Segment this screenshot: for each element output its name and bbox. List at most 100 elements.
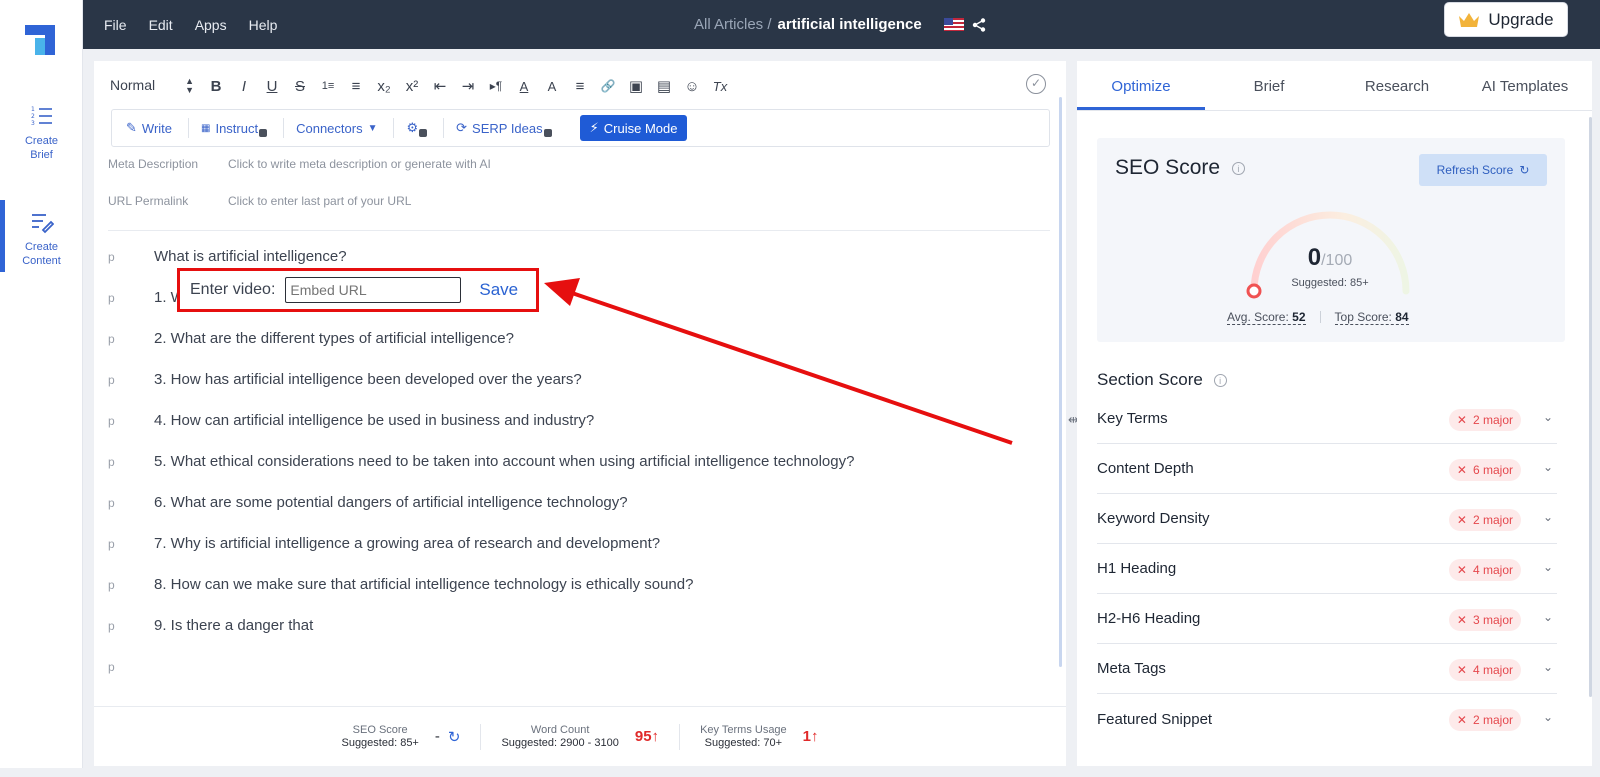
superscript-button[interactable]: x² xyxy=(398,78,426,95)
info-icon[interactable]: i xyxy=(1231,161,1245,175)
url-permalink-field[interactable]: Click to enter last part of your URL xyxy=(228,194,411,208)
chevron-down-icon[interactable]: ⌄ xyxy=(1543,710,1553,724)
section-row-meta-tags[interactable]: Meta Tags ✕ 4 major ⌄ xyxy=(1097,644,1557,694)
subscript-button[interactable]: x₂ xyxy=(370,78,398,95)
text-direction-button[interactable]: ▸¶ xyxy=(482,79,510,93)
svg-text:3: 3 xyxy=(31,120,35,127)
paragraph[interactable]: p 8. How can we make sure that artificial… xyxy=(108,576,693,593)
write-button[interactable]: ✎ Write xyxy=(126,118,190,138)
highlight-button[interactable]: A xyxy=(538,79,566,94)
underline-button[interactable]: U xyxy=(258,78,286,95)
tab-research[interactable]: Research xyxy=(1333,61,1461,110)
refresh-icon[interactable]: ↻ xyxy=(448,728,461,746)
tab-optimize[interactable]: Optimize xyxy=(1077,61,1205,110)
breadcrumb-root[interactable]: All Articles / xyxy=(694,16,772,33)
footer-seo-score: SEO Score Suggested: 85+ - ↻ xyxy=(321,723,482,750)
connectors-button[interactable]: Connectors ▼ xyxy=(296,118,395,138)
sidebar-item-create-brief[interactable]: 123 Create Brief xyxy=(0,104,83,162)
align-button[interactable]: ≡ xyxy=(566,78,594,95)
badge-text: 6 major xyxy=(1472,463,1513,477)
paragraph[interactable]: p 2. What are the different types of arti… xyxy=(108,330,514,347)
menu-help[interactable]: Help xyxy=(249,17,278,33)
settings-button[interactable]: ⚙ xyxy=(406,118,445,138)
chevron-down-icon[interactable]: ⌄ xyxy=(1543,510,1553,524)
paragraph-text[interactable]: What is artificial intelligence? xyxy=(154,248,347,265)
section-row-h1-heading[interactable]: H1 Heading ✕ 4 major ⌄ xyxy=(1097,544,1557,594)
menu-file[interactable]: File xyxy=(104,17,127,33)
bullet-list-button[interactable]: ≡ xyxy=(342,78,370,95)
app-logo[interactable] xyxy=(25,25,55,55)
section-row-h2-h6-heading[interactable]: H2-H6 Heading ✕ 3 major ⌄ xyxy=(1097,594,1557,644)
link-icon[interactable]: 🔗 xyxy=(594,79,622,93)
check-icon[interactable]: ✓ xyxy=(1026,74,1046,94)
chevron-down-icon[interactable]: ⌄ xyxy=(1543,660,1553,674)
paragraph-text[interactable]: 6. What are some potential dangers of ar… xyxy=(154,494,628,511)
section-row-featured-snippet[interactable]: Featured Snippet ✕ 2 major ⌄ xyxy=(1097,694,1557,744)
menu-edit[interactable]: Edit xyxy=(149,17,173,33)
chevron-down-icon[interactable]: ⌄ xyxy=(1543,560,1553,574)
paragraph[interactable]: p 7. Why is artificial intelligence a gro… xyxy=(108,535,660,552)
chevron-down-icon[interactable]: ⌄ xyxy=(1543,610,1553,624)
refresh-icon: ↻ xyxy=(1519,163,1530,177)
paragraph-text[interactable]: 8. How can we make sure that artificial … xyxy=(154,576,693,593)
top-score[interactable]: Top Score: 84 xyxy=(1334,310,1409,325)
menu-apps[interactable]: Apps xyxy=(195,17,227,33)
cruise-mode-button[interactable]: ⚡ Cruise Mode xyxy=(579,115,688,141)
panel-scrollbar[interactable] xyxy=(1589,117,1592,697)
section-row-key-terms[interactable]: Key Terms ✕ 2 major ⌄ xyxy=(1097,394,1557,444)
paragraph-text[interactable]: 3. How has artificial intelligence been … xyxy=(154,371,582,388)
paragraph-text[interactable]: 5. What ethical considerations need to b… xyxy=(154,453,854,470)
paragraph-text[interactable]: 4. How can artificial intelligence be us… xyxy=(154,412,594,429)
format-toolbar: Normal ▲ ▼ B I U S 1≡ ≡ x₂ x² ⇤ ⇥ ▸¶ A A … xyxy=(110,74,1050,97)
list-numbered-icon: 123 xyxy=(31,106,52,127)
emoji-icon[interactable]: ☺ xyxy=(678,78,706,95)
serp-ideas-button[interactable]: ⟳ SERP Ideas xyxy=(456,118,568,138)
meta-description-field[interactable]: Click to write meta description or gener… xyxy=(228,157,491,171)
clear-format-button[interactable]: Tx xyxy=(706,79,734,94)
paragraph[interactable]: p 1. W xyxy=(108,289,185,306)
paragraph-text[interactable]: 7. Why is artificial intelligence a grow… xyxy=(154,535,660,552)
paragraph[interactable]: p What is artificial intelligence? xyxy=(108,248,347,265)
info-icon[interactable]: i xyxy=(1213,374,1227,388)
paragraph[interactable]: p 4. How can artificial intelligence be u… xyxy=(108,412,594,429)
paragraph[interactable]: p 3. How has artificial intelligence been… xyxy=(108,371,582,388)
image-icon[interactable]: ▣ xyxy=(622,77,650,95)
meta-description-row[interactable]: Meta Description Click to write meta des… xyxy=(108,157,491,171)
section-name: H1 Heading xyxy=(1097,560,1177,577)
tab-ai-templates[interactable]: AI Templates xyxy=(1461,61,1589,110)
ai-action-bar: ✎ Write ▦ Instruct Connectors ▼ ⚙ ⟳ SERP… xyxy=(111,109,1050,147)
text-style-select[interactable]: Normal ▲ ▼ xyxy=(110,77,202,95)
bold-button[interactable]: B xyxy=(202,78,230,95)
instruct-button[interactable]: ▦ Instruct xyxy=(201,118,285,138)
section-row-content-depth[interactable]: Content Depth ✕ 6 major ⌄ xyxy=(1097,444,1557,494)
paragraph[interactable]: p 6. What are some potential dangers of a… xyxy=(108,494,628,511)
editor-scrollbar[interactable] xyxy=(1059,97,1062,667)
paragraph[interactable]: p 5. What ethical considerations need to … xyxy=(108,453,854,470)
ordered-list-button[interactable]: 1≡ xyxy=(314,80,342,92)
tab-brief[interactable]: Brief xyxy=(1205,61,1333,110)
paragraph-text[interactable]: 2. What are the different types of artif… xyxy=(154,330,514,347)
chevron-down-icon[interactable]: ⌄ xyxy=(1543,410,1553,424)
share-icon[interactable] xyxy=(972,17,986,32)
embed-url-input[interactable] xyxy=(285,277,462,303)
chevron-down-icon[interactable]: ⌄ xyxy=(1543,460,1553,474)
indent-button[interactable]: ⇥ xyxy=(454,77,482,95)
paragraph[interactable]: p xyxy=(108,658,154,674)
us-flag-icon[interactable] xyxy=(943,18,964,31)
font-color-button[interactable]: A xyxy=(510,79,538,94)
save-button[interactable]: Save xyxy=(479,280,518,300)
upgrade-button[interactable]: Upgrade xyxy=(1444,2,1568,37)
refresh-score-button[interactable]: Refresh Score ↻ xyxy=(1419,154,1547,186)
close-icon: ✕ xyxy=(1456,613,1467,627)
video-icon[interactable]: ▤ xyxy=(650,77,678,95)
avg-score[interactable]: Avg. Score: 52 xyxy=(1227,310,1306,325)
section-row-keyword-density[interactable]: Keyword Density ✕ 2 major ⌄ xyxy=(1097,494,1557,544)
italic-button[interactable]: I xyxy=(230,78,258,95)
score-suggested: Suggested: 85+ xyxy=(1291,277,1369,289)
url-permalink-row[interactable]: URL Permalink Click to enter last part o… xyxy=(108,194,411,208)
paragraph[interactable]: p 9. Is there a danger that xyxy=(108,617,313,634)
sidebar-item-create-content[interactable]: Create Content xyxy=(0,200,83,272)
paragraph-text[interactable]: 9. Is there a danger that xyxy=(154,617,313,634)
outdent-button[interactable]: ⇤ xyxy=(426,77,454,95)
strike-button[interactable]: S xyxy=(286,78,314,95)
